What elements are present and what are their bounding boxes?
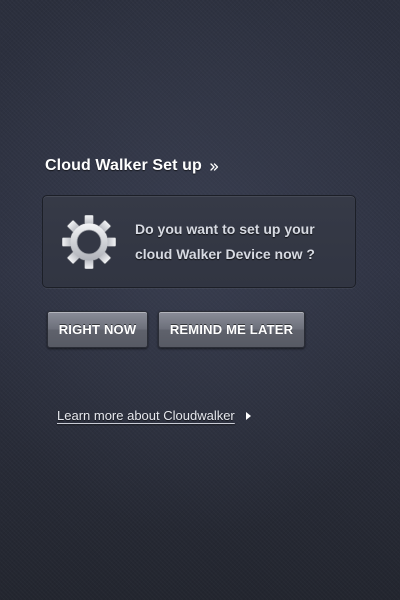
setup-question-line-1: Do you want to set up your (135, 221, 315, 237)
double-chevron-right-icon (210, 163, 219, 171)
setup-question-line-2: cloud Walker Device now ? (135, 246, 315, 262)
page-title: Cloud Walker Set up (45, 157, 202, 174)
remind-me-later-button[interactable]: REMIND ME LATER (158, 311, 305, 348)
setup-question: Do you want to set up your cloud Walker … (135, 217, 345, 267)
learn-more[interactable]: Learn more about Cloudwalker (57, 408, 251, 423)
learn-more-link[interactable]: Learn more about Cloudwalker (57, 408, 235, 423)
gear-icon (62, 215, 116, 269)
right-now-button[interactable]: RIGHT NOW (47, 311, 148, 348)
setup-screen: { "header": { "title": "Cloud Walker Set… (0, 0, 400, 600)
setup-prompt-panel: Do you want to set up your cloud Walker … (42, 195, 356, 288)
caret-right-icon (245, 412, 251, 420)
setup-title: Cloud Walker Set up (45, 157, 219, 175)
